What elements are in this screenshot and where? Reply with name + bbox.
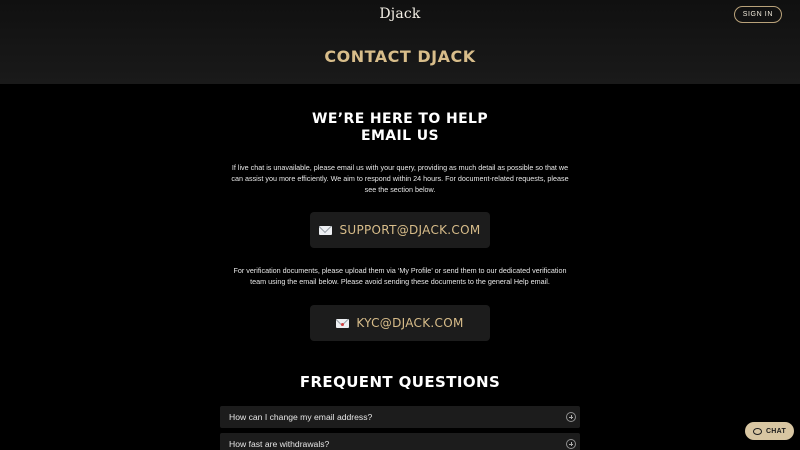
chat-button[interactable]: CHAT bbox=[745, 422, 794, 440]
faq-question: How fast are withdrawals? bbox=[229, 439, 330, 449]
faq-question: How can I change my email address? bbox=[229, 412, 373, 422]
chat-label: CHAT bbox=[765, 427, 787, 435]
verification-paragraph: For verification documents, please uploa… bbox=[233, 266, 567, 286]
faq-item[interactable]: How can I change my email address? bbox=[220, 406, 580, 428]
page-title: CONTACT DJACK bbox=[324, 47, 476, 66]
envelope-icon bbox=[336, 318, 350, 328]
support-email-label: SUPPORT@DJACK.COM bbox=[339, 223, 481, 237]
kyc-email-button[interactable]: KYC@DJACK.COM bbox=[310, 305, 490, 341]
support-email-button[interactable]: SUPPORT@DJACK.COM bbox=[310, 212, 490, 248]
chat-bubble-icon bbox=[752, 427, 762, 435]
email-us-heading: EMAIL US bbox=[361, 128, 439, 144]
faq-item[interactable]: How fast are withdrawals? bbox=[220, 433, 580, 450]
plus-circle-icon[interactable] bbox=[566, 412, 576, 422]
top-header: Djack SIGN IN CONTACT DJACK bbox=[0, 0, 800, 84]
envelope-icon bbox=[319, 225, 333, 235]
faq-heading: FREQUENT QUESTIONS bbox=[299, 373, 501, 391]
djack-logo[interactable]: Djack bbox=[0, 6, 800, 22]
intro-paragraph: If live chat is unavailable, please emai… bbox=[231, 163, 569, 194]
help-heading: WE’RE HERE TO HELP bbox=[311, 111, 489, 127]
plus-circle-icon[interactable] bbox=[566, 439, 576, 449]
sign-in-button[interactable]: SIGN IN bbox=[733, 6, 782, 23]
kyc-email-label: KYC@DJACK.COM bbox=[356, 316, 464, 330]
